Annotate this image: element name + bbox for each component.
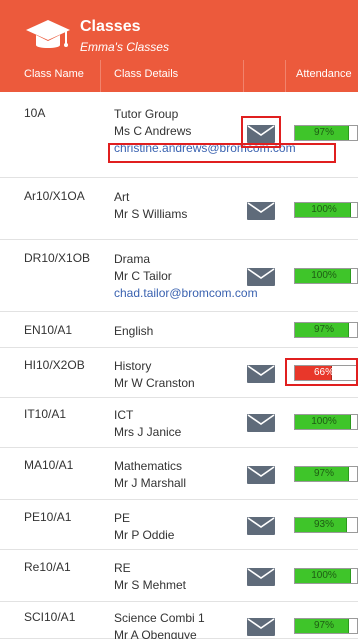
mail-icon[interactable] bbox=[247, 202, 275, 220]
mail-icon[interactable] bbox=[247, 618, 275, 636]
column-divider bbox=[100, 60, 101, 92]
class-name: HI10/X2OB bbox=[24, 358, 85, 372]
attendance-bar: 97% bbox=[294, 466, 358, 482]
column-divider bbox=[285, 60, 286, 92]
subject-name: PE bbox=[114, 511, 131, 525]
highlight-box bbox=[285, 358, 358, 386]
attendance-bar: 100% bbox=[294, 268, 358, 284]
class-name: EN10/A1 bbox=[24, 323, 73, 337]
subject-name: Science Combi 1 bbox=[114, 611, 205, 625]
attendance-percent: 93% bbox=[313, 519, 334, 530]
attendance-bar: 93% bbox=[294, 517, 358, 533]
class-name: SCI10/A1 bbox=[24, 610, 76, 624]
subject-name: Mathematics bbox=[114, 459, 183, 473]
class-name: Re10/A1 bbox=[24, 560, 71, 574]
class-row[interactable]: DR10/X1OB Drama Mr C Tailor chad.tailor@… bbox=[0, 240, 358, 312]
attendance-bar: 100% bbox=[294, 568, 358, 584]
class-row[interactable]: IT10/A1 ICT Mrs J Janice 100% bbox=[0, 398, 358, 448]
class-details: English bbox=[114, 323, 153, 340]
subject-name: RE bbox=[114, 561, 131, 575]
mail-icon[interactable] bbox=[247, 414, 275, 432]
class-row[interactable]: HI10/X2OB History Mr W Cranston 66% bbox=[0, 348, 358, 398]
class-name: 10A bbox=[24, 106, 46, 120]
column-header-class-details[interactable]: Class Details bbox=[114, 68, 178, 80]
page-subtitle: Emma's Classes bbox=[80, 40, 169, 54]
class-details: RE Mr S Mehmet bbox=[114, 560, 186, 594]
teacher-name: Mr W Cranston bbox=[114, 376, 195, 390]
mail-icon[interactable] bbox=[247, 517, 275, 535]
class-row[interactable]: Re10/A1 RE Mr S Mehmet 100% bbox=[0, 550, 358, 602]
attendance-percent: 97% bbox=[313, 324, 334, 335]
subject-name: History bbox=[114, 359, 152, 373]
teacher-email-link[interactable]: chad.tailor@bromcom.com bbox=[114, 285, 258, 302]
class-details: Drama Mr C Tailor chad.tailor@bromcom.co… bbox=[114, 251, 258, 302]
attendance-bar: 97% bbox=[294, 125, 358, 141]
class-name: Ar10/X1OA bbox=[24, 189, 85, 203]
graduation-cap-icon bbox=[26, 20, 70, 48]
class-name: IT10/A1 bbox=[24, 407, 67, 421]
class-details: PE Mr P Oddie bbox=[114, 510, 174, 544]
attendance-percent: 97% bbox=[313, 620, 334, 631]
class-details: Mathematics Mr J Marshall bbox=[114, 458, 186, 492]
classes-header: Classes Emma's Classes Class Name Class … bbox=[0, 0, 358, 92]
teacher-name: Mr P Oddie bbox=[114, 528, 175, 542]
classes-screen: Classes Emma's Classes Class Name Class … bbox=[0, 0, 358, 639]
teacher-name: Mrs J Janice bbox=[114, 425, 182, 439]
class-row[interactable]: SCI10/A1 Science Combi 1 Mr A Obenguye 9… bbox=[0, 602, 358, 639]
teacher-name: Mr S Mehmet bbox=[114, 578, 187, 592]
teacher-name: Mr S Williams bbox=[114, 207, 188, 221]
mail-icon[interactable] bbox=[247, 365, 275, 383]
class-name: DR10/X1OB bbox=[24, 251, 91, 265]
mail-icon[interactable] bbox=[247, 568, 275, 586]
attendance-percent: 100% bbox=[311, 570, 337, 581]
class-row[interactable]: 10A Tutor Group Ms C Andrews christine.a… bbox=[0, 92, 358, 178]
mail-icon[interactable] bbox=[247, 268, 275, 286]
subject-name: Drama bbox=[114, 252, 151, 266]
mail-icon[interactable] bbox=[247, 466, 275, 484]
class-name: PE10/A1 bbox=[24, 510, 72, 524]
attendance-bar: 100% bbox=[294, 202, 358, 218]
attendance-percent: 100% bbox=[311, 416, 337, 427]
class-row[interactable]: Ar10/X1OA Art Mr S Williams 100% bbox=[0, 178, 358, 240]
attendance-percent: 100% bbox=[311, 204, 337, 215]
subject-name: Art bbox=[114, 190, 130, 204]
class-details: ICT Mrs J Janice bbox=[114, 407, 181, 441]
class-name: MA10/A1 bbox=[24, 458, 74, 472]
class-row[interactable]: EN10/A1 English 97% bbox=[0, 312, 358, 348]
attendance-percent: 97% bbox=[313, 468, 334, 479]
page-title: Classes bbox=[80, 18, 141, 35]
attendance-bar: 97% bbox=[294, 618, 358, 634]
attendance-percent: 100% bbox=[311, 270, 337, 281]
class-details: Art Mr S Williams bbox=[114, 189, 187, 223]
column-header-attendance[interactable]: Attendance bbox=[296, 68, 352, 80]
column-divider bbox=[243, 60, 244, 92]
class-details: History Mr W Cranston bbox=[114, 358, 195, 392]
attendance-bar: 100% bbox=[294, 414, 358, 430]
column-header-class-name[interactable]: Class Name bbox=[24, 68, 84, 80]
class-row[interactable]: PE10/A1 PE Mr P Oddie 93% bbox=[0, 500, 358, 550]
teacher-name: Mr A Obenguye bbox=[114, 628, 197, 639]
highlight-box bbox=[108, 143, 336, 163]
subject-name: English bbox=[114, 324, 154, 338]
class-row[interactable]: MA10/A1 Mathematics Mr J Marshall 97% bbox=[0, 448, 358, 500]
teacher-name: Mr C Tailor bbox=[114, 269, 172, 283]
subject-name: ICT bbox=[114, 408, 134, 422]
teacher-name: Mr J Marshall bbox=[114, 476, 187, 490]
attendance-bar: 97% bbox=[294, 322, 358, 338]
class-details: Science Combi 1 Mr A Obenguye bbox=[114, 610, 205, 639]
attendance-percent: 97% bbox=[313, 127, 334, 138]
